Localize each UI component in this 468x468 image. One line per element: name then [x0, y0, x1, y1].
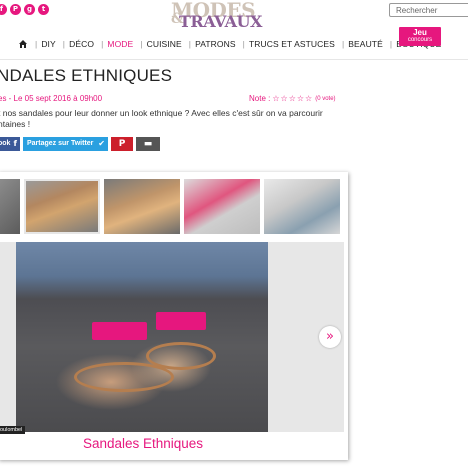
comment-icon: ▬	[143, 139, 153, 149]
rating-stars[interactable]: ☆☆☆☆☆	[272, 94, 313, 103]
twitter-icon[interactable]: t	[38, 4, 49, 15]
gallery-thumbnail[interactable]	[184, 179, 260, 234]
nav-item-patrons[interactable]: PATRONS	[195, 39, 236, 49]
jeu-concours-button[interactable]: Jeu concours	[399, 27, 441, 46]
comment-button[interactable]: ▬	[136, 137, 160, 151]
gallery-prev-area[interactable]	[0, 242, 16, 432]
gallery-thumbnail[interactable]	[264, 179, 340, 234]
gallery-thumbnail[interactable]	[104, 179, 180, 234]
site-logo[interactable]: MODES & TRAVAUX	[171, 0, 289, 31]
gallery-thumbnail[interactable]	[24, 179, 100, 234]
facebook-icon: f	[13, 139, 17, 148]
photo-credit: oulombel	[0, 426, 26, 434]
twitter-share-button[interactable]: Partagez sur Twitter ✔	[23, 137, 108, 151]
facebook-icon[interactable]: f	[0, 4, 7, 15]
sandal-strap	[146, 342, 216, 370]
facebook-share-button[interactable]: ook f	[0, 137, 20, 151]
share-bar: ook f Partagez sur Twitter ✔ P ▬	[0, 137, 160, 151]
nav-item-diy[interactable]: DIY	[41, 39, 55, 49]
sandal-fringe	[92, 322, 147, 340]
gallery-thumbnail[interactable]	[0, 179, 20, 234]
scrollbar[interactable]	[457, 60, 468, 468]
page-title: NDALES ETHNIQUES	[0, 66, 173, 85]
main-photo: oulombel	[0, 242, 268, 434]
nav-separator: |	[35, 39, 38, 49]
article-intro: t nos sandales pour leur donner un look …	[0, 108, 323, 129]
photo-caption: Sandales Ethniques	[82, 436, 204, 451]
pinterest-icon: P	[118, 139, 126, 149]
home-icon[interactable]	[19, 40, 27, 48]
search-input[interactable]: Rechercher	[389, 3, 468, 17]
nav-item-mode[interactable]: MODE	[107, 39, 133, 49]
nav-item-beaute[interactable]: BEAUTÉ	[348, 39, 383, 49]
pinterest-icon[interactable]: P	[10, 4, 21, 15]
article-byline: es - Le 05 sept 2016 à 09h00	[0, 94, 103, 103]
google-plus-icon[interactable]: g	[24, 4, 35, 15]
sandal-fringe	[156, 312, 206, 330]
header-divider	[0, 59, 468, 60]
next-arrow-icon[interactable]: »	[319, 326, 341, 348]
nav-item-cuisine[interactable]: CUISINE	[147, 39, 182, 49]
photo-gallery: oulombel » Sandales Ethniques	[0, 172, 348, 460]
twitter-icon: ✔	[98, 139, 105, 148]
pinterest-share-button[interactable]: P	[111, 137, 133, 151]
rating: Note : ☆☆☆☆☆ (0 vote)	[249, 94, 336, 103]
social-icons: f P g t	[0, 4, 49, 15]
nav-item-deco[interactable]: DÉCO	[69, 39, 94, 49]
main-nav: | DIY | DÉCO | MODE | CUISINE | PATRONS …	[19, 39, 444, 49]
nav-item-trucs[interactable]: TRUCS ET ASTUCES	[249, 39, 335, 49]
thumbnail-strip	[0, 179, 340, 234]
